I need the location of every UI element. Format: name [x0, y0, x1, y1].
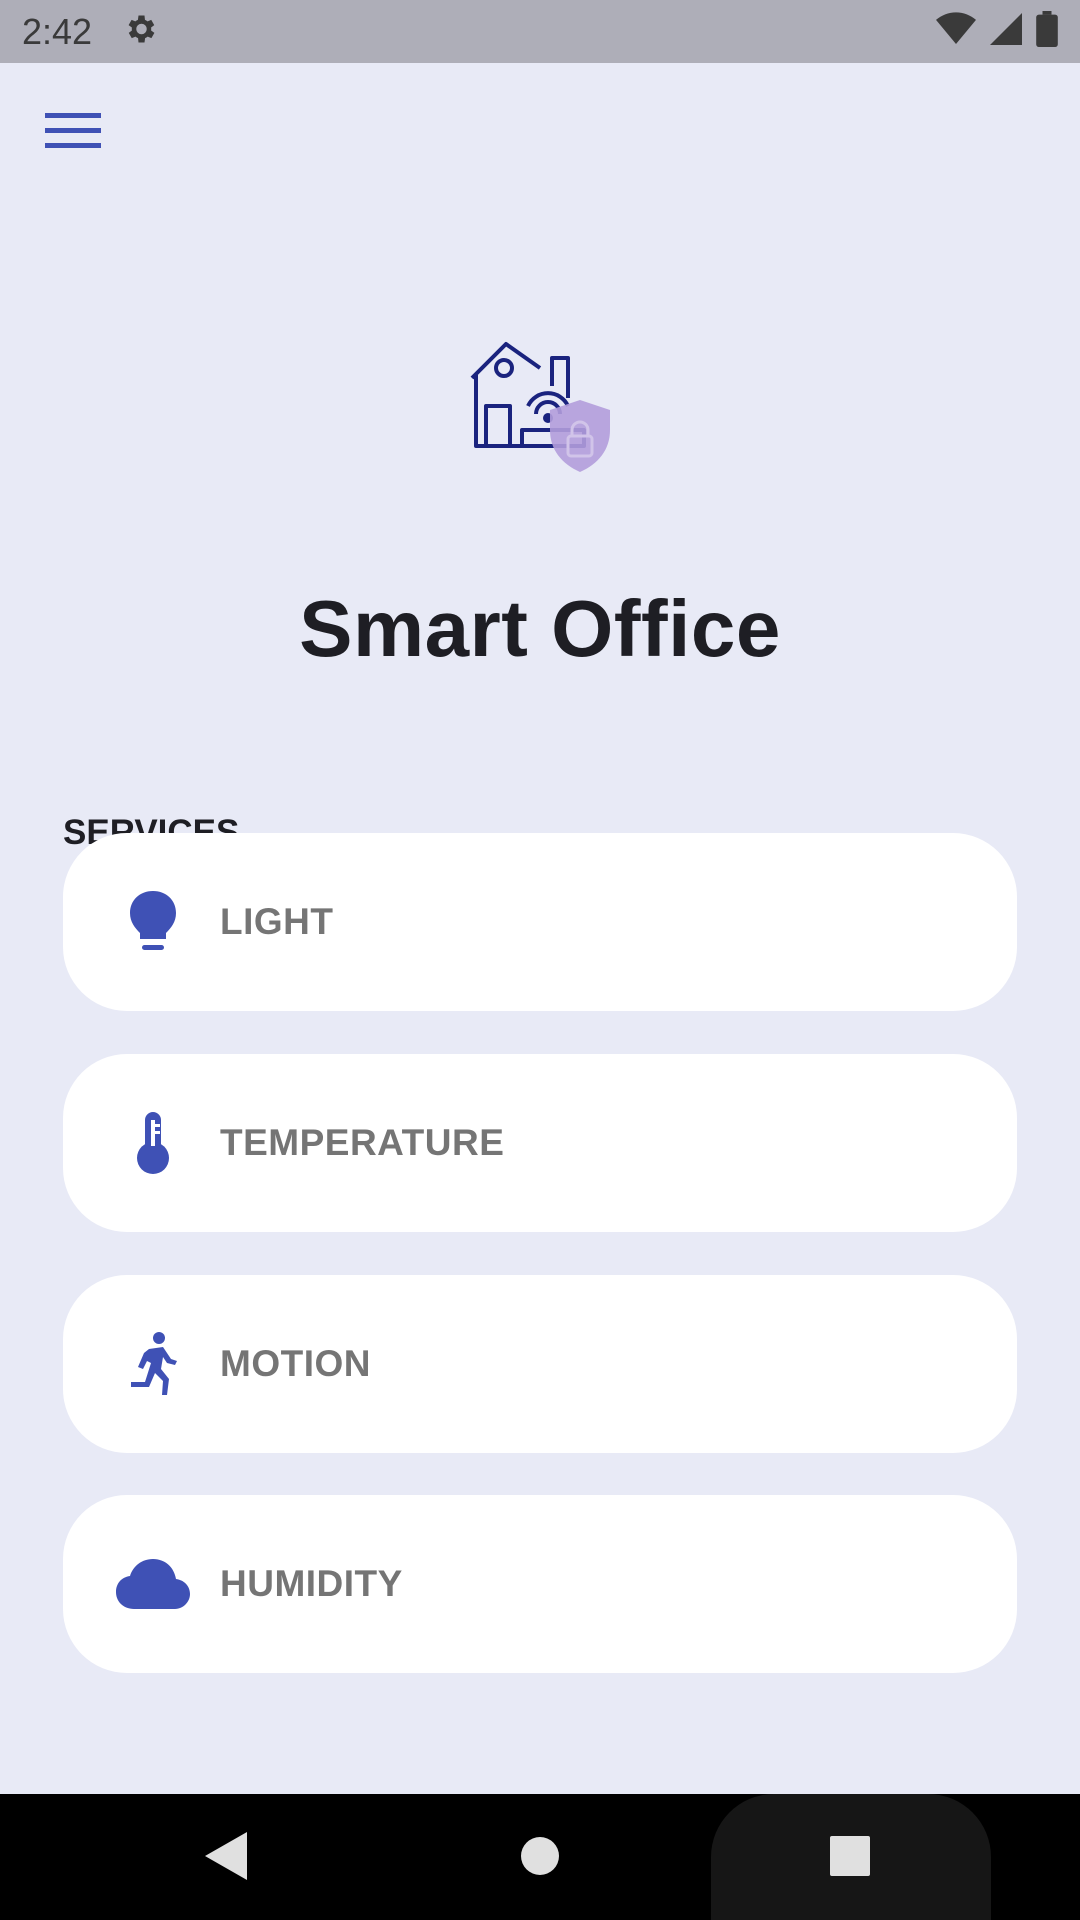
- service-card-label: LIGHT: [220, 901, 334, 942]
- status-bar: 2:42: [0, 0, 1080, 63]
- status-time: 2:42: [22, 10, 93, 52]
- service-card-label: TEMPERATURE: [220, 1122, 505, 1163]
- hamburger-menu-icon: [45, 110, 101, 157]
- cloud-icon: [103, 1559, 203, 1609]
- home-icon: [520, 1836, 560, 1881]
- signal-icon: [990, 12, 1022, 51]
- smart-home-shield-icon: [466, 338, 616, 483]
- service-card-humidity[interactable]: HUMIDITY: [63, 1495, 1017, 1673]
- running-person-icon: [103, 1331, 203, 1397]
- system-nav-bar: [0, 1794, 1080, 1920]
- wifi-icon: [936, 12, 976, 51]
- home-button[interactable]: [512, 1830, 568, 1886]
- service-card-label: MOTION: [220, 1343, 371, 1384]
- service-card-label: HUMIDITY: [220, 1563, 403, 1604]
- page-title: Smart Office: [299, 584, 781, 673]
- main-screen: Smart Office SERVICES LIGHT TEMPERATURE: [0, 63, 1080, 1794]
- lightbulb-icon: [103, 891, 203, 953]
- gear-icon: [122, 11, 158, 52]
- service-card-motion[interactable]: MOTION: [63, 1275, 1017, 1453]
- battery-icon: [1036, 11, 1058, 52]
- recents-icon: [830, 1835, 870, 1881]
- back-icon: [205, 1831, 247, 1885]
- service-card-temperature[interactable]: TEMPERATURE: [63, 1054, 1017, 1232]
- menu-button[interactable]: [40, 100, 106, 166]
- thermometer-icon: [103, 1112, 203, 1174]
- recents-button[interactable]: [822, 1830, 878, 1886]
- service-card-light[interactable]: LIGHT: [63, 833, 1017, 1011]
- back-button[interactable]: [198, 1830, 254, 1886]
